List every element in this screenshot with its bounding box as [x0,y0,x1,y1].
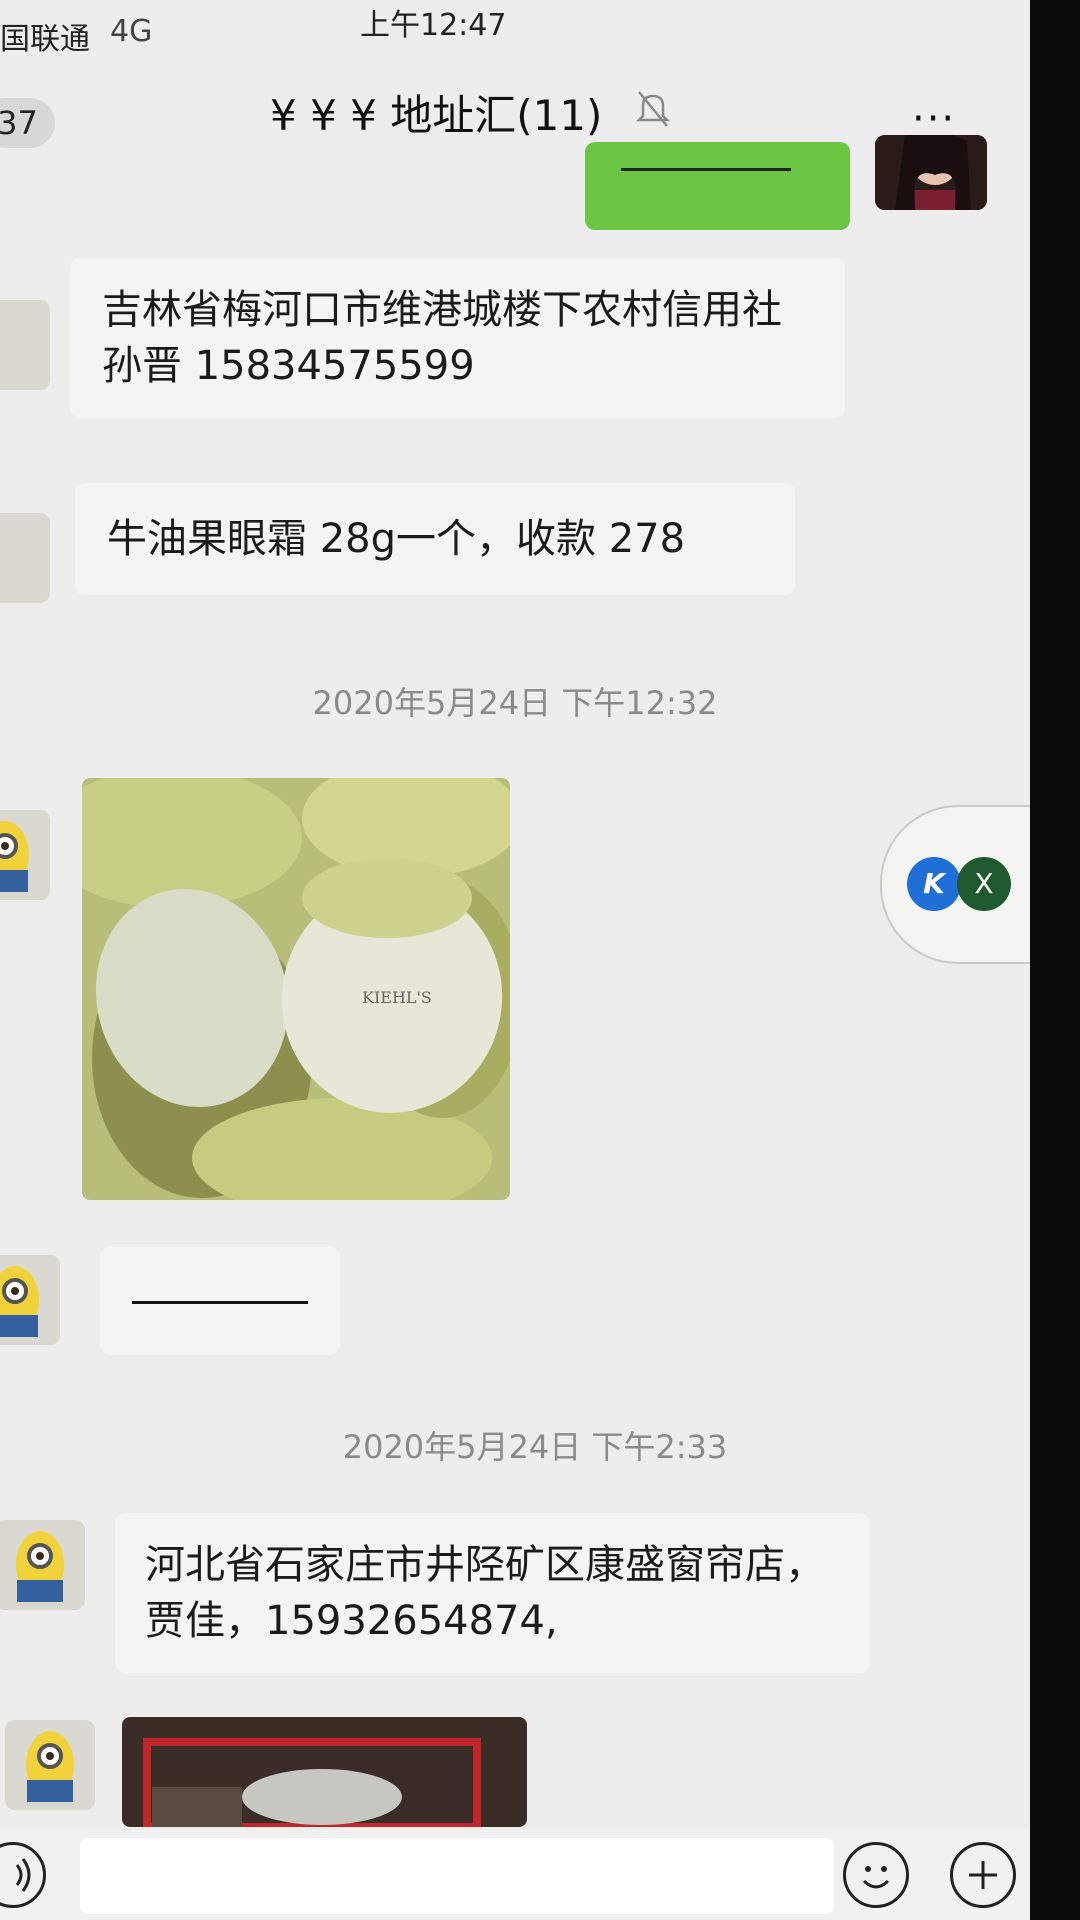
message-bubble[interactable]: 吉林省梅河口市维港城楼下农村信用社 孙晋 15834575599 [70,258,845,418]
minion-avatar[interactable] [5,1720,95,1810]
sender-avatar[interactable] [0,513,50,603]
close-widget-icon[interactable]: X [957,857,1011,911]
input-bar [0,1830,1030,1920]
network-label: 4G [110,14,153,49]
minion-avatar[interactable] [0,810,50,900]
portrait-image [875,135,987,210]
chat-screen: 国联通 4G 上午12:47 37 ¥ ¥ ¥ 地址汇(11) ··· 吉林省梅… [0,0,1080,1920]
minion-icon [0,1255,60,1345]
dash-line [621,168,791,171]
emoji-icon[interactable] [843,1842,909,1908]
photo-thumbnail [122,1717,527,1827]
message-bubble[interactable]: 牛油果眼霜 28g一个，收款 278 [75,483,795,595]
product-photo: KIEHL'S [82,778,510,1200]
minion-avatar[interactable] [0,1520,85,1610]
carrier-label: 国联通 [0,22,90,57]
message-list: 吉林省梅河口市维港城楼下农村信用社 孙晋 15834575599 牛油果眼霜 2… [0,130,1030,1830]
clock: 上午12:47 [360,8,507,43]
image-message[interactable] [122,1717,527,1827]
message-bubble[interactable]: 河北省石家庄市井陉矿区康盛窗帘店，贾佳，15932654874, [115,1513,870,1673]
image-message[interactable]: KIEHL'S [82,778,510,1200]
sender-avatar[interactable] [0,300,50,390]
message-text: 吉林省梅河口市维港城楼下农村信用社 孙晋 15834575599 [102,287,782,389]
minion-avatar[interactable] [0,1255,60,1345]
message-input[interactable] [80,1838,834,1914]
minion-icon [0,810,50,900]
timestamp: 2020年5月24日 下午2:33 [342,1428,728,1466]
device-bezel [1030,0,1080,1920]
message-bubble[interactable] [100,1247,340,1355]
message-bubble-self[interactable] [585,142,850,230]
status-bar: 国联通 4G 上午12:47 [0,0,1030,60]
minion-icon [0,1520,85,1610]
minion-icon [5,1720,95,1810]
k-app-icon[interactable]: K [907,857,961,911]
mute-bell-icon [635,91,671,127]
dash-line [132,1301,308,1304]
timestamp: 2020年5月24日 下午12:32 [312,684,718,722]
plus-icon[interactable] [950,1842,1016,1908]
message-text: 河北省石家庄市井陉矿区康盛窗帘店，贾佳，15932654874, [145,1542,825,1644]
self-avatar[interactable] [875,135,987,210]
message-text: 牛油果眼霜 28g一个，收款 278 [107,516,686,562]
brand-label: KIEHL'S [362,988,432,1007]
voice-icon[interactable] [0,1842,46,1908]
